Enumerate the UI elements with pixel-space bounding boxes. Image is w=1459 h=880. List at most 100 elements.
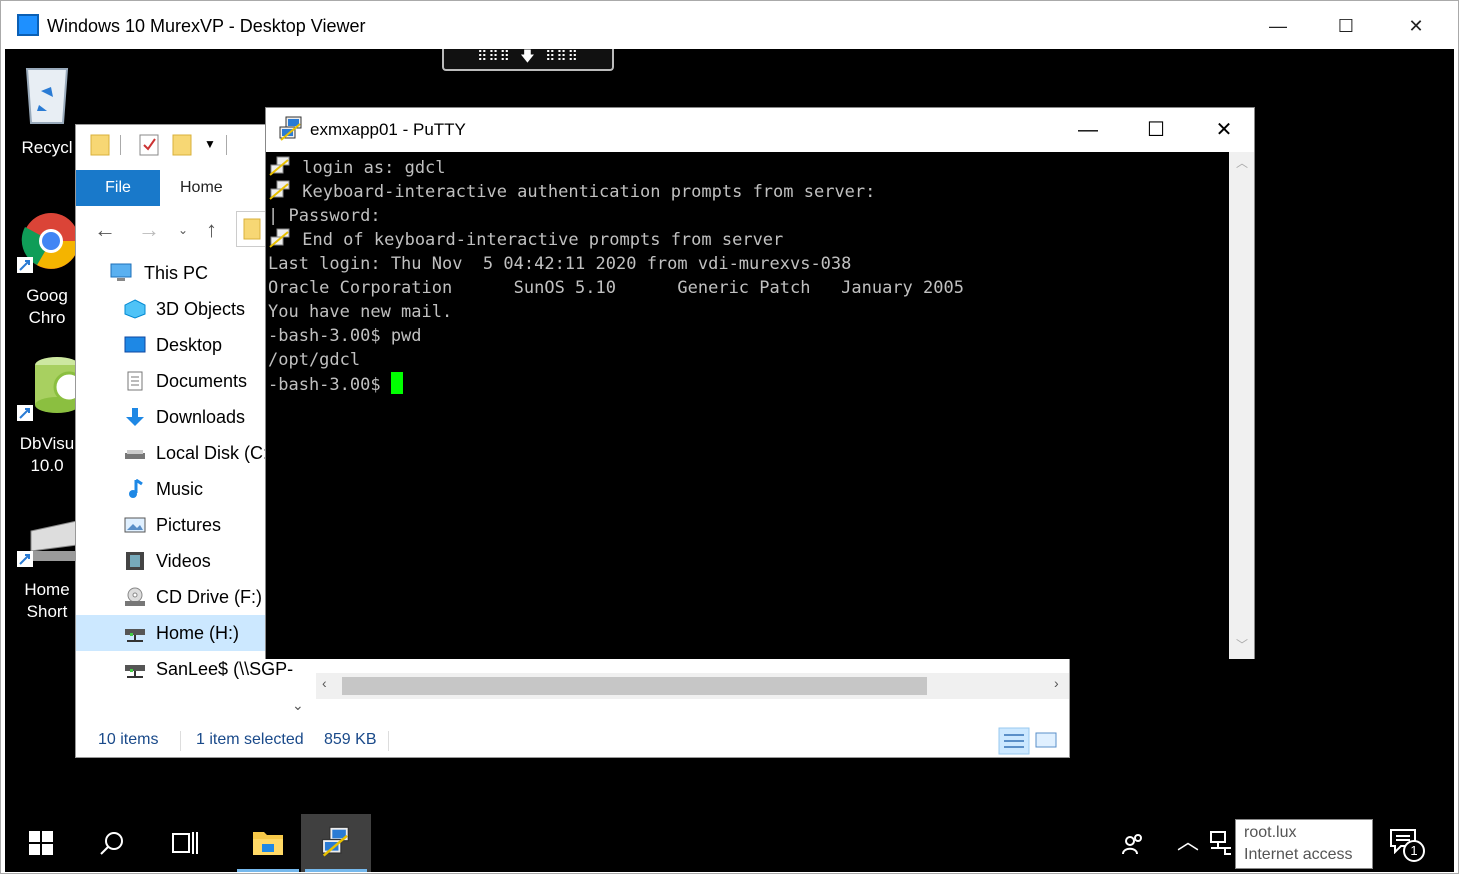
terminal-line-text: login as: gdcl	[292, 158, 446, 178]
navigation-bar: ← → ⌄ ↑	[76, 209, 276, 249]
desktop-icon-label: DbVisu	[19, 434, 75, 453]
viewer-minimize-button[interactable]: —	[1255, 11, 1301, 41]
folder-icon[interactable]	[90, 133, 110, 157]
terminal-line: | Password:	[268, 204, 1229, 228]
putty-titlebar[interactable]: exmxapp01 - PuTTY — ☐ ✕	[266, 108, 1254, 152]
downloads-icon	[126, 408, 144, 426]
network-drive-icon	[125, 665, 145, 678]
desktop-icon-label: 10.0	[30, 456, 64, 475]
terminal-line-text: End of keyboard-interactive prompts from…	[292, 230, 784, 250]
tree-item-label: Local Disk (C:	[156, 443, 269, 463]
scroll-down-icon[interactable]: ﹀	[1236, 636, 1248, 653]
putty-window[interactable]: exmxapp01 - PuTTY — ☐ ✕ login as: gdcl K…	[265, 107, 1255, 659]
cd-drive-icon	[125, 587, 145, 606]
forward-arrow-icon[interactable]: →	[138, 217, 160, 243]
desktop-icon-label: Recycl	[21, 138, 73, 157]
status-divider	[388, 731, 389, 751]
network-drive-icon	[17, 520, 78, 567]
terminal-line: Keyboard-interactive authentication prom…	[268, 180, 1229, 204]
large-icons-view-icon[interactable]	[1034, 727, 1058, 755]
taskbar-file-explorer[interactable]	[233, 814, 303, 872]
status-item-count: 10 items	[98, 731, 159, 748]
tree-item-label: Desktop	[156, 335, 223, 355]
recent-locations-chevron-icon[interactable]: ⌄	[178, 223, 188, 237]
task-view-icon[interactable]	[171, 830, 199, 856]
pictures-icon	[124, 517, 146, 533]
putty-minimize-button[interactable]: —	[1068, 116, 1108, 144]
windows-start-icon[interactable]	[29, 831, 53, 855]
tree-item-label: Home (H:)	[156, 623, 240, 643]
terminal-vertical-scrollbar[interactable]: ︿ ﹀	[1229, 152, 1254, 659]
taskbar: ︿ root.lux Internet access 1	[5, 814, 1454, 872]
scroll-right-icon[interactable]: ›	[1054, 675, 1059, 691]
dbvisualizer-icon	[17, 357, 85, 421]
terminal-line-text: You have new mail.	[268, 302, 453, 322]
terminal-line: /opt/gdcl	[268, 348, 1229, 372]
3d-objects-icon	[124, 299, 146, 319]
network-tooltip-name: root.lux	[1244, 824, 1297, 841]
tree-item-label: Videos	[156, 551, 211, 571]
tree-scroll-down-icon[interactable]: ⌄	[286, 673, 310, 723]
terminal-prompt-line[interactable]: -bash-3.00$	[268, 372, 1229, 396]
viewer-maximize-button[interactable]: ☐	[1323, 11, 1369, 41]
scroll-left-icon[interactable]: ‹	[322, 675, 327, 691]
recycle-bin-icon	[25, 68, 69, 124]
details-view-icon[interactable]	[998, 727, 1030, 755]
desktop-icon-chrome[interactable]: Goog Chro	[13, 207, 81, 329]
network-tooltip: root.lux Internet access	[1235, 819, 1373, 869]
show-hidden-icons-chevron-icon[interactable]: ︿	[1177, 824, 1199, 856]
putty-close-button[interactable]: ✕	[1204, 116, 1244, 144]
properties-icon[interactable]	[138, 133, 160, 157]
horizontal-scrollbar[interactable]: ‹ ›	[316, 673, 1069, 699]
desktop-icon-label: Home	[24, 580, 70, 599]
terminal-line-text: Keyboard-interactive authentication prom…	[292, 182, 876, 202]
new-folder-icon[interactable]	[172, 133, 192, 157]
viewer-titlebar[interactable]: Windows 10 MurexVP - Desktop Viewer — ☐ …	[1, 1, 1458, 49]
folder-icon	[253, 832, 283, 855]
quick-access-toolbar: ▼	[76, 125, 276, 175]
terminal-output[interactable]: login as: gdcl Keyboard-interactive auth…	[266, 152, 1229, 659]
up-arrow-icon[interactable]: ↑	[206, 217, 217, 243]
putty-icon	[321, 826, 349, 857]
taskbar-active-indicator	[237, 869, 299, 872]
disk-icon	[125, 450, 145, 459]
terminal-line-text: -bash-3.00$ pwd	[268, 326, 422, 346]
qat-dropdown-icon[interactable]: ▼	[204, 137, 216, 151]
taskbar-putty[interactable]	[301, 814, 371, 872]
toolbar-divider	[120, 135, 121, 155]
remote-desktop[interactable]: ⠿⠿⠿ 🡇 ⠿⠿⠿ Recycl Goog Chro DbVisu 10.0 H…	[5, 49, 1454, 814]
desktop-icon-label: Chro	[28, 308, 66, 327]
tab-file[interactable]: File	[76, 170, 160, 206]
terminal-line-text: | Password:	[268, 206, 381, 226]
putty-key-icon	[269, 180, 290, 200]
action-center-button[interactable]: 1	[1389, 828, 1429, 864]
horizontal-scroll-thumb[interactable]	[342, 677, 927, 695]
search-icon[interactable]	[99, 830, 125, 856]
status-selected: 1 item selected	[196, 731, 304, 748]
tree-item-label: CD Drive (F:)	[156, 587, 262, 607]
people-icon[interactable]	[1121, 832, 1145, 856]
putty-maximize-button[interactable]: ☐	[1136, 116, 1176, 144]
putty-key-icon	[269, 228, 290, 248]
terminal-line-text: -bash-3.00$	[268, 375, 391, 395]
terminal-line-text: /opt/gdcl	[268, 350, 361, 370]
tree-item-label: Downloads	[156, 407, 246, 427]
scroll-up-icon[interactable]: ︿	[1236, 154, 1248, 171]
back-arrow-icon[interactable]: ←	[94, 217, 116, 243]
pc-icon	[110, 263, 132, 281]
network-icon[interactable]	[1209, 830, 1233, 856]
viewer-title: Windows 10 MurexVP - Desktop Viewer	[47, 16, 366, 36]
desktop-icon-recycle-bin[interactable]: Recycl	[13, 61, 81, 159]
viewer-close-button[interactable]: ✕	[1393, 11, 1439, 41]
tree-item-label: Pictures	[156, 515, 222, 535]
videos-icon	[126, 552, 144, 570]
terminal-line: login as: gdcl	[268, 156, 1229, 180]
tree-item-label: Documents	[156, 371, 248, 391]
desktop-icon-home-shortcut[interactable]: Home Short	[13, 520, 81, 623]
tab-home[interactable]: Home	[180, 170, 223, 206]
desktop-icon-dbvisualizer[interactable]: DbVisu 10.0	[13, 353, 85, 477]
rdp-toolbar-handle[interactable]: ⠿⠿⠿ 🡇 ⠿⠿⠿	[442, 49, 614, 71]
desktop-viewer-window: Windows 10 MurexVP - Desktop Viewer — ☐ …	[0, 0, 1459, 874]
taskbar-active-indicator	[305, 869, 367, 872]
terminal-line-text: Oracle Corporation SunOS 5.10 Generic Pa…	[268, 278, 964, 298]
